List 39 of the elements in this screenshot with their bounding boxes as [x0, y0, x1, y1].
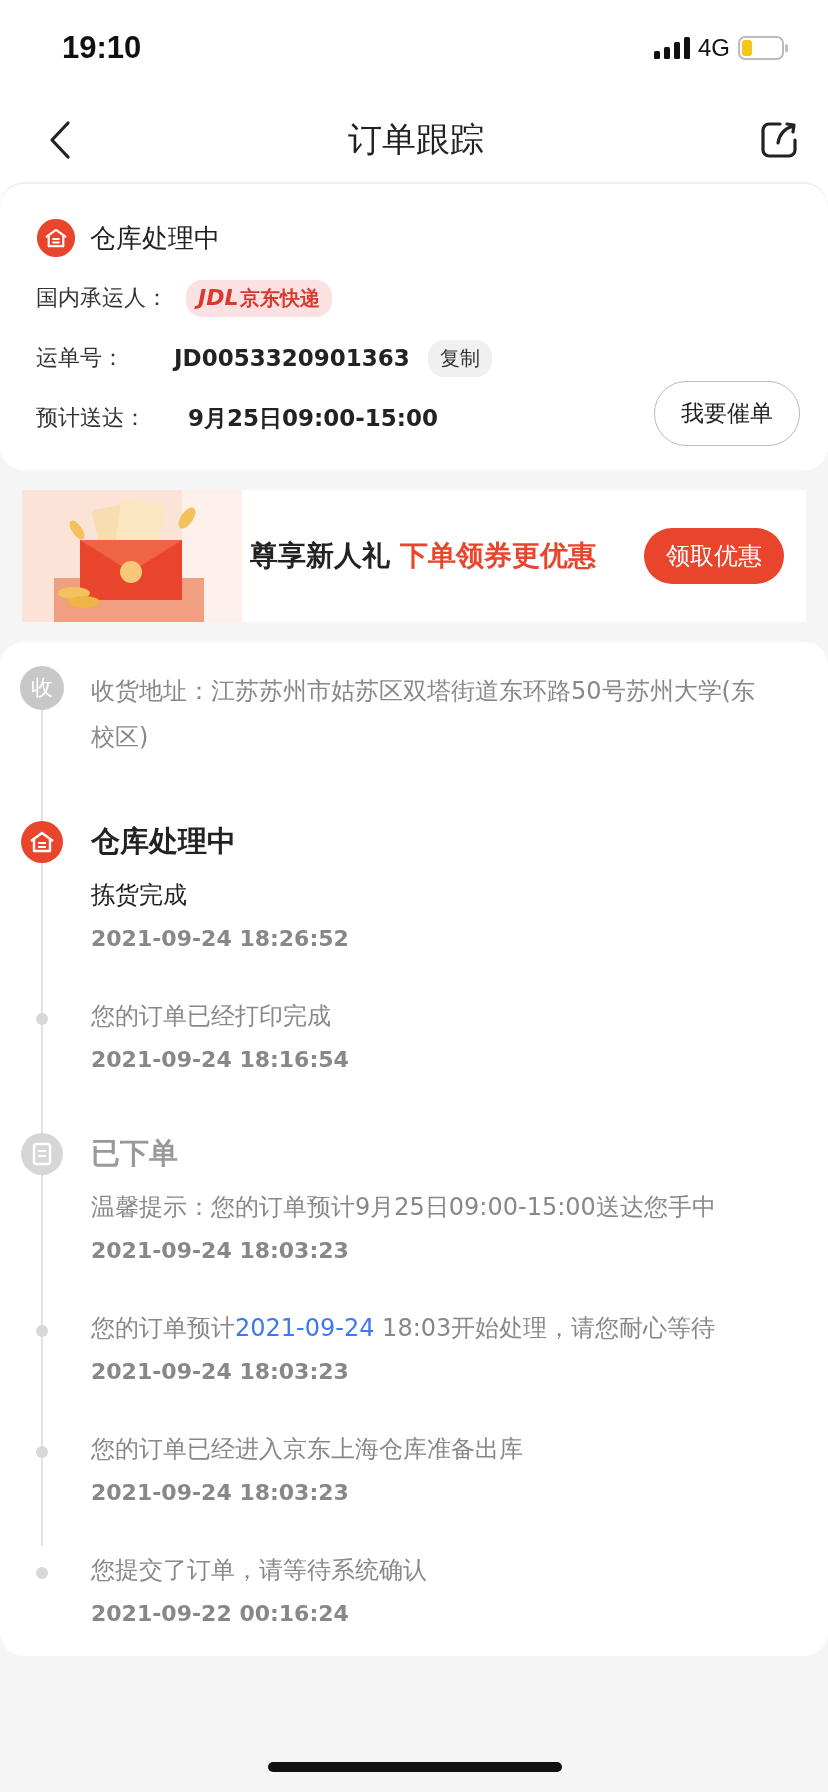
timeline-dot: [36, 1446, 48, 1458]
battery-icon: [738, 36, 788, 60]
timeline-dot: [36, 1013, 48, 1025]
network-label: 4G: [698, 34, 730, 62]
carrier-logo: JDL京东快递: [186, 279, 333, 317]
promo-text: 尊享新人礼 下单领券更优惠: [250, 538, 596, 574]
order-status: 仓库处理中: [90, 221, 220, 255]
timeline-dot: [36, 1325, 48, 1337]
event-text: 您的订单已经进入京东上海仓库准备出库: [91, 1434, 523, 1465]
event-text: 温馨提示：您的订单预计9月25日09:00-15:00送达您手中: [91, 1192, 716, 1223]
share-icon[interactable]: [760, 121, 798, 159]
event-time: 2021-09-24 18:03:23: [91, 1238, 350, 1263]
status-time: 19:10: [62, 30, 142, 66]
event-time: 2021-09-24 18:03:23: [91, 1480, 350, 1505]
stage-title: 仓库处理中: [91, 823, 236, 860]
event-text: 您的订单已经打印完成: [91, 1001, 332, 1032]
warehouse-icon: [36, 218, 76, 258]
eta-label: 预计送达：: [36, 404, 147, 432]
carrier-label: 国内承运人：: [36, 284, 168, 312]
event-time: 2021-09-24 18:26:52: [91, 926, 349, 951]
stage-title: 已下单: [91, 1135, 178, 1172]
eta-value: 9月25日09:00-15:00: [188, 403, 438, 433]
promo-banner[interactable]: 尊享新人礼 下单领券更优惠 领取优惠: [22, 490, 806, 622]
delivery-address: 收货地址：江苏苏州市姑苏区双塔街道东环路50号苏州大学(东校区): [91, 676, 756, 753]
waybill-label: 运单号：: [36, 344, 125, 372]
urge-button[interactable]: 我要催单: [654, 381, 800, 446]
copy-button[interactable]: 复制: [427, 339, 492, 377]
page-title: 订单跟踪: [348, 118, 484, 161]
waybill-number: JD0053320901363: [174, 345, 410, 371]
event-time: 2021-09-24 18:03:23: [91, 1359, 350, 1384]
event-text: 拣货完成: [91, 880, 188, 911]
signal-icon: [654, 37, 690, 59]
event-text: 您的订单预计2021-09-24 18:03开始处理，请您耐心等待: [91, 1313, 716, 1344]
event-time: 2021-09-22 00:16:24: [91, 1601, 350, 1626]
event-text: 您提交了订单，请等待系统确认: [91, 1555, 427, 1586]
claim-coupon-button[interactable]: 领取优惠: [644, 528, 784, 584]
event-time: 2021-09-24 18:16:54: [91, 1047, 349, 1072]
back-icon[interactable]: [48, 120, 72, 160]
timeline-dot: [36, 1567, 48, 1579]
